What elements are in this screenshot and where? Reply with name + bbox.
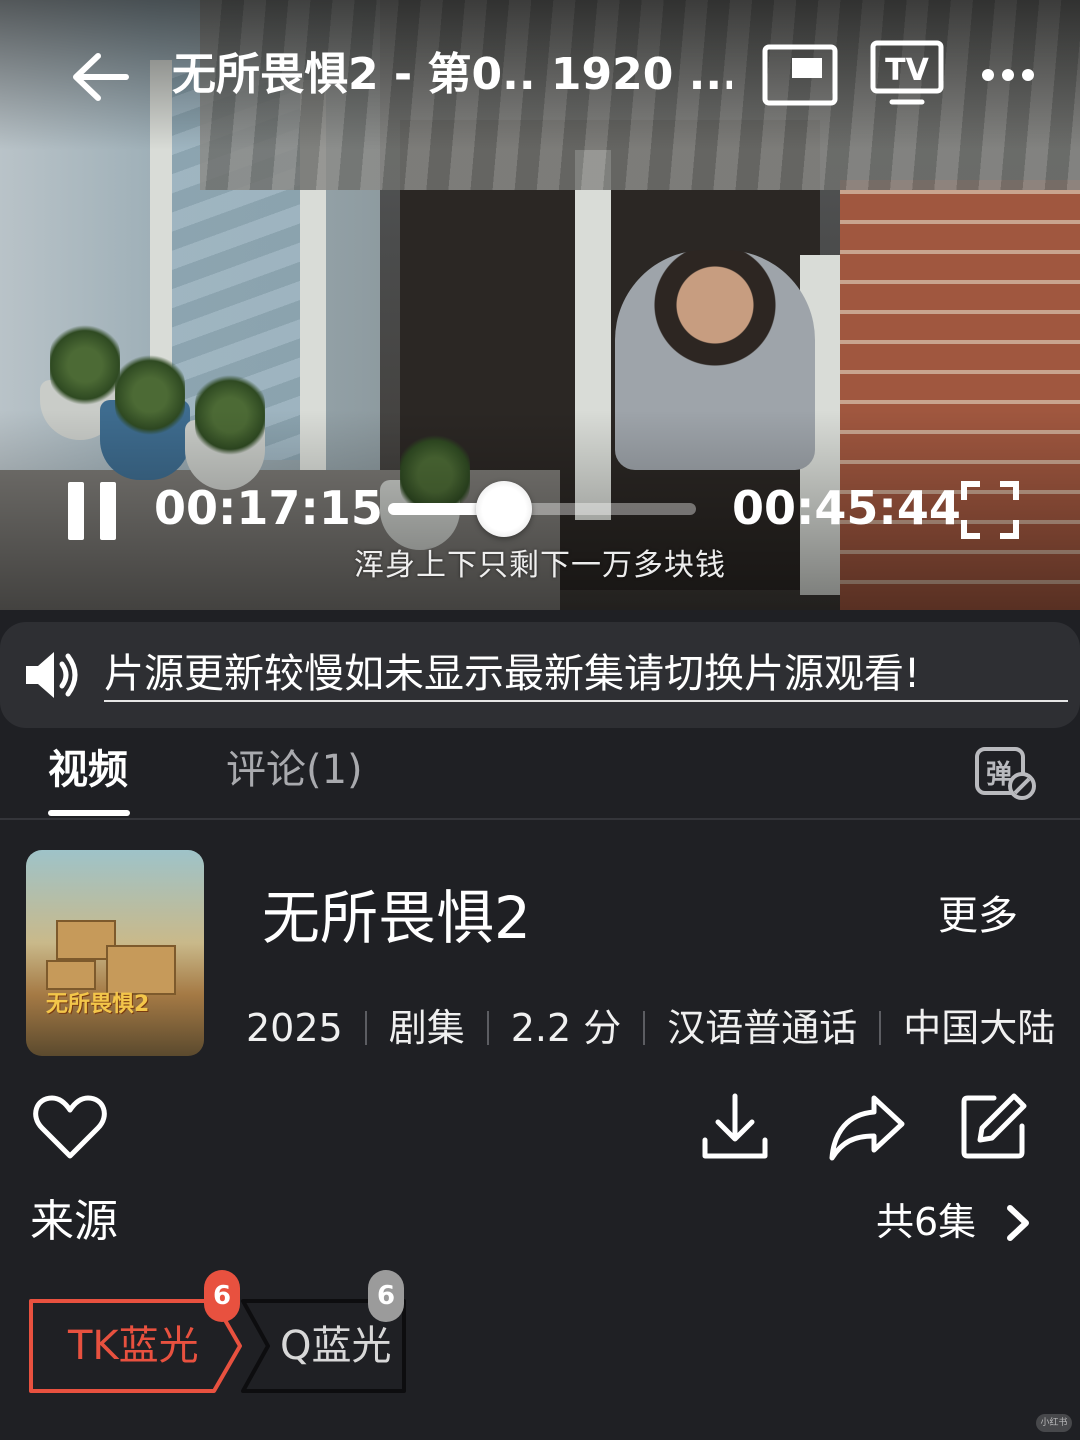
meta-year: 2025 (246, 1006, 343, 1050)
show-poster[interactable]: 无所畏惧2 (26, 850, 204, 1056)
show-meta: 2025 剧集 2.2 分 汉语普通话 中国大陆 (246, 1000, 1054, 1056)
source-name: TK蓝光 (68, 1323, 199, 1369)
pause-icon (68, 482, 84, 540)
meta-divider (364, 1011, 367, 1045)
episode-count-badge: 6 (204, 1270, 240, 1322)
speaker-icon (22, 646, 80, 704)
meta-rating: 2.2 分 (510, 1006, 622, 1050)
show-title: 无所畏惧2 (262, 884, 531, 952)
download-icon (702, 1093, 768, 1159)
download-button[interactable] (700, 1092, 770, 1162)
chevron-right-icon[interactable] (1004, 1204, 1034, 1242)
picture-in-picture-icon (762, 44, 838, 106)
more-link[interactable]: 更多 (938, 890, 1018, 942)
share-icon (829, 1095, 905, 1161)
tv-label: TV (885, 53, 929, 88)
tab-comments[interactable]: 评论(1) (226, 742, 363, 798)
danmaku-off-icon: 弹 (975, 747, 1036, 800)
progress-bar[interactable] (388, 481, 696, 537)
fullscreen-icon (961, 481, 1019, 539)
content-tabs: 视频 评论(1) 弹 (0, 728, 1080, 820)
tab-active-indicator (48, 810, 130, 816)
total-time: 00:45:44 (732, 481, 961, 535)
scene-plant (50, 320, 120, 410)
video-title: 无所畏惧2 - 第0.. 1920 ... (172, 49, 732, 100)
meta-divider (879, 1011, 882, 1045)
source-chip-q[interactable]: Q蓝光 6 (240, 1270, 408, 1394)
tv-cast-button[interactable]: TV (870, 40, 944, 108)
meta-type: 剧集 (388, 1006, 465, 1050)
back-button[interactable] (68, 44, 134, 110)
favorite-button[interactable] (32, 1092, 108, 1162)
source-label: 来源 (30, 1196, 118, 1247)
fullscreen-button[interactable] (960, 480, 1020, 540)
current-time: 00:17:15 (154, 481, 383, 535)
player-top-bar: 无所畏惧2 - 第0.. 1920 ... TV (0, 0, 1080, 150)
danmaku-toggle-button[interactable]: 弹 (974, 746, 1038, 802)
source-name: Q蓝光 (280, 1323, 392, 1369)
watermark-logo: 小红书 (1036, 1414, 1072, 1432)
progress-thumb[interactable] (476, 481, 533, 537)
heart-icon (33, 1095, 107, 1159)
picture-in-picture-button[interactable] (762, 44, 838, 106)
meta-region: 中国大陆 (903, 1006, 1054, 1050)
subtitle: 浑身上下只剩下一万多块钱 (354, 548, 726, 583)
notice-text[interactable]: 片源更新较慢如未显示最新集请切换片源观看! (104, 648, 1068, 702)
share-button[interactable] (828, 1092, 906, 1162)
meta-divider (643, 1011, 646, 1045)
edit-button[interactable] (960, 1092, 1028, 1160)
pause-icon (100, 482, 116, 540)
tv-icon: TV (870, 40, 944, 105)
back-arrow-icon (73, 53, 129, 101)
edit-icon (961, 1093, 1027, 1159)
player-controls: 00:17:15 00:45:44 (0, 470, 1080, 550)
episode-count-badge: 6 (368, 1270, 404, 1322)
meta-language: 汉语普通话 (667, 1006, 858, 1050)
meta-divider (486, 1011, 489, 1045)
notice-bar[interactable]: 片源更新较慢如未显示最新集请切换片源观看! (0, 622, 1080, 728)
video-player[interactable]: 无所畏惧2 - 第0.. 1920 ... TV 00:17:15 00:45:… (0, 0, 1080, 610)
source-chip-tk[interactable]: TK蓝光 6 (28, 1270, 246, 1394)
more-dots-icon (982, 69, 1034, 81)
episodes-link[interactable]: 共6集 (876, 1196, 976, 1248)
tab-video[interactable]: 视频 (48, 742, 128, 798)
pause-button[interactable] (66, 482, 118, 540)
poster-title: 无所畏惧2 (46, 992, 150, 1017)
more-button[interactable] (978, 50, 1038, 100)
